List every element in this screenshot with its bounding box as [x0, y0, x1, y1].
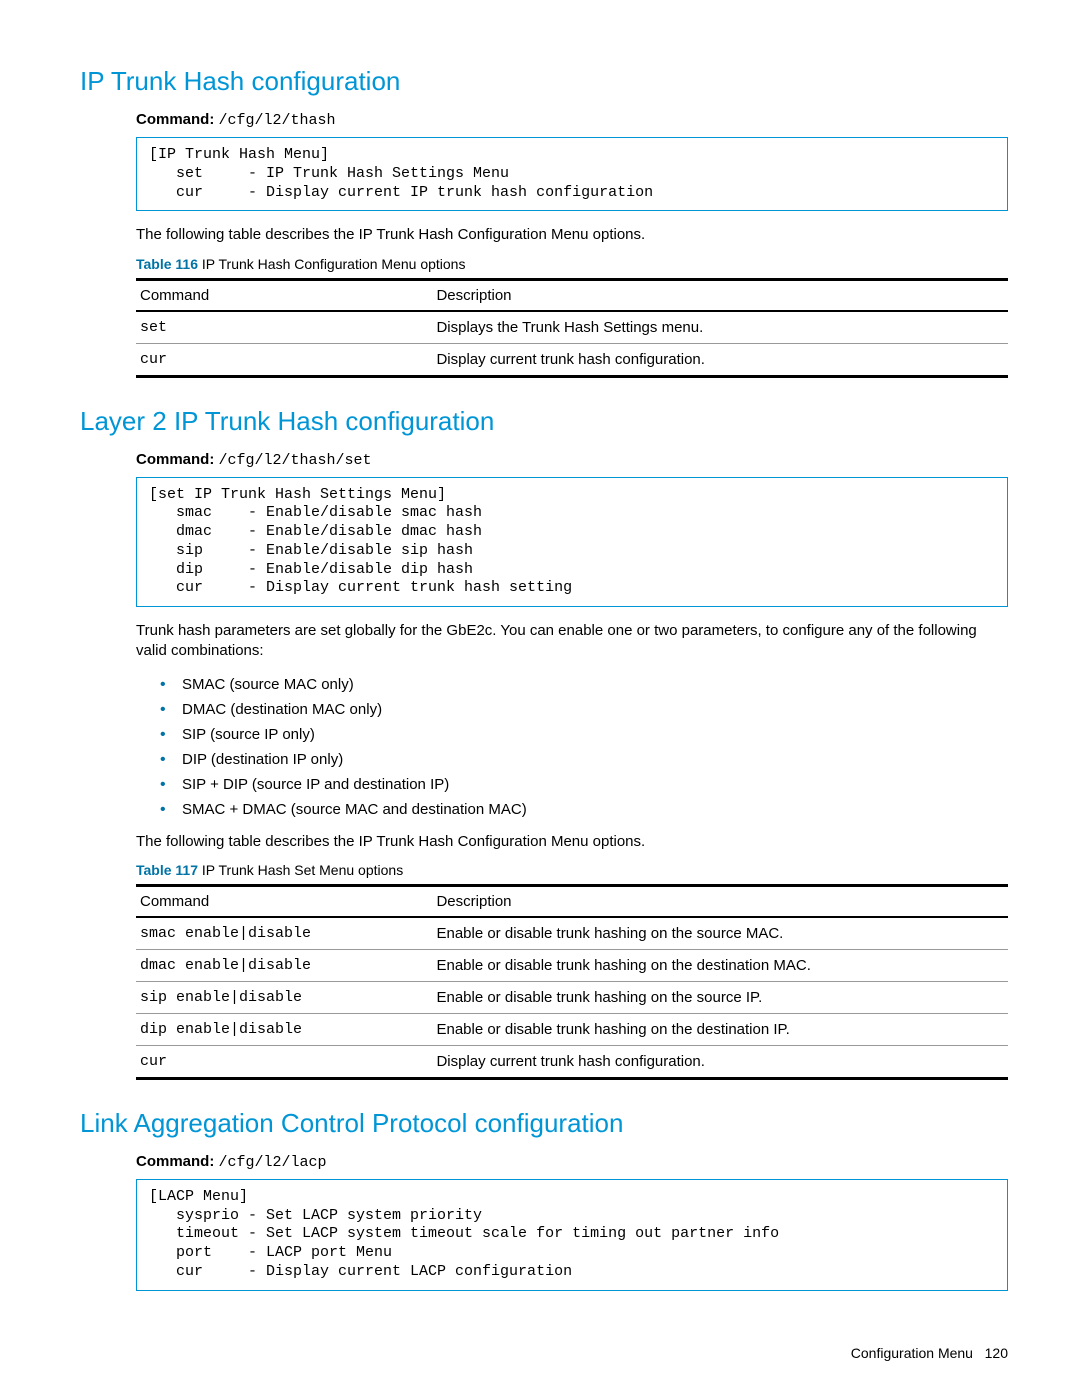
bullet-list: SMAC (source MAC only) DMAC (destination… [160, 672, 1008, 822]
table-row: cur Display current trunk hash configura… [136, 343, 1008, 376]
cell-command: dmac enable|disable [136, 949, 432, 981]
list-item: SIP (source IP only) [160, 722, 1008, 747]
table-number: Table 116 [136, 256, 198, 272]
table-row: dip enable|disable Enable or disable tru… [136, 1013, 1008, 1045]
command-label: Command: [136, 451, 214, 468]
table-title: IP Trunk Hash Configuration Menu options [202, 256, 466, 272]
command-line-2: Command: /cfg/l2/thash/set [136, 451, 1008, 469]
heading-lacp-config: Link Aggregation Control Protocol config… [80, 1108, 1008, 1139]
table-title: IP Trunk Hash Set Menu options [202, 862, 403, 878]
cell-command: dip enable|disable [136, 1013, 432, 1045]
th-description: Description [432, 885, 1008, 917]
table-116: Command Description set Displays the Tru… [136, 278, 1008, 378]
cell-description: Displays the Trunk Hash Settings menu. [432, 311, 1008, 344]
table-row: dmac enable|disable Enable or disable tr… [136, 949, 1008, 981]
cell-description: Enable or disable trunk hashing on the d… [432, 1013, 1008, 1045]
menu-box-3: [LACP Menu] sysprio - Set LACP system pr… [136, 1179, 1008, 1291]
heading-l2-ip-trunk-hash: Layer 2 IP Trunk Hash configuration [80, 406, 1008, 437]
command-path: /cfg/l2/lacp [219, 1154, 327, 1171]
menu-box-1: [IP Trunk Hash Menu] set - IP Trunk Hash… [136, 137, 1008, 211]
table-row: smac enable|disable Enable or disable tr… [136, 917, 1008, 950]
footer-page-number: 120 [985, 1345, 1008, 1361]
cell-description: Display current trunk hash configuration… [432, 343, 1008, 376]
table-row: cur Display current trunk hash configura… [136, 1045, 1008, 1078]
list-item: DIP (destination IP only) [160, 747, 1008, 772]
cell-command: sip enable|disable [136, 981, 432, 1013]
body-text-2b: The following table describes the IP Tru… [136, 832, 1008, 852]
table-caption-117: Table 117 IP Trunk Hash Set Menu options [136, 862, 1008, 878]
cell-description: Display current trunk hash configuration… [432, 1045, 1008, 1078]
command-path: /cfg/l2/thash/set [219, 452, 372, 469]
th-command: Command [136, 885, 432, 917]
list-item: SMAC + DMAC (source MAC and destination … [160, 797, 1008, 822]
cell-command: cur [136, 1045, 432, 1078]
th-command: Command [136, 279, 432, 311]
page: IP Trunk Hash configuration Command: /cf… [0, 0, 1080, 1397]
cell-command: smac enable|disable [136, 917, 432, 950]
body-text-1: The following table describes the IP Tru… [136, 225, 1008, 245]
cell-command: set [136, 311, 432, 344]
list-item: DMAC (destination MAC only) [160, 697, 1008, 722]
menu-box-2: [set IP Trunk Hash Settings Menu] smac -… [136, 477, 1008, 608]
heading-ip-trunk-hash: IP Trunk Hash configuration [80, 66, 1008, 97]
table-caption-116: Table 116 IP Trunk Hash Configuration Me… [136, 256, 1008, 272]
footer-label: Configuration Menu [851, 1345, 973, 1361]
page-footer: Configuration Menu 120 [851, 1345, 1008, 1361]
cell-description: Enable or disable trunk hashing on the d… [432, 949, 1008, 981]
table-117: Command Description smac enable|disable … [136, 884, 1008, 1080]
list-item: SIP + DIP (source IP and destination IP) [160, 772, 1008, 797]
table-row: set Displays the Trunk Hash Settings men… [136, 311, 1008, 344]
cell-command: cur [136, 343, 432, 376]
command-label: Command: [136, 1153, 214, 1170]
table-row: sip enable|disable Enable or disable tru… [136, 981, 1008, 1013]
command-line-3: Command: /cfg/l2/lacp [136, 1153, 1008, 1171]
table-number: Table 117 [136, 862, 198, 878]
command-path: /cfg/l2/thash [219, 112, 336, 129]
body-text-2a: Trunk hash parameters are set globally f… [136, 621, 1008, 662]
command-label: Command: [136, 111, 214, 128]
cell-description: Enable or disable trunk hashing on the s… [432, 981, 1008, 1013]
list-item: SMAC (source MAC only) [160, 672, 1008, 697]
command-line-1: Command: /cfg/l2/thash [136, 111, 1008, 129]
cell-description: Enable or disable trunk hashing on the s… [432, 917, 1008, 950]
th-description: Description [432, 279, 1008, 311]
